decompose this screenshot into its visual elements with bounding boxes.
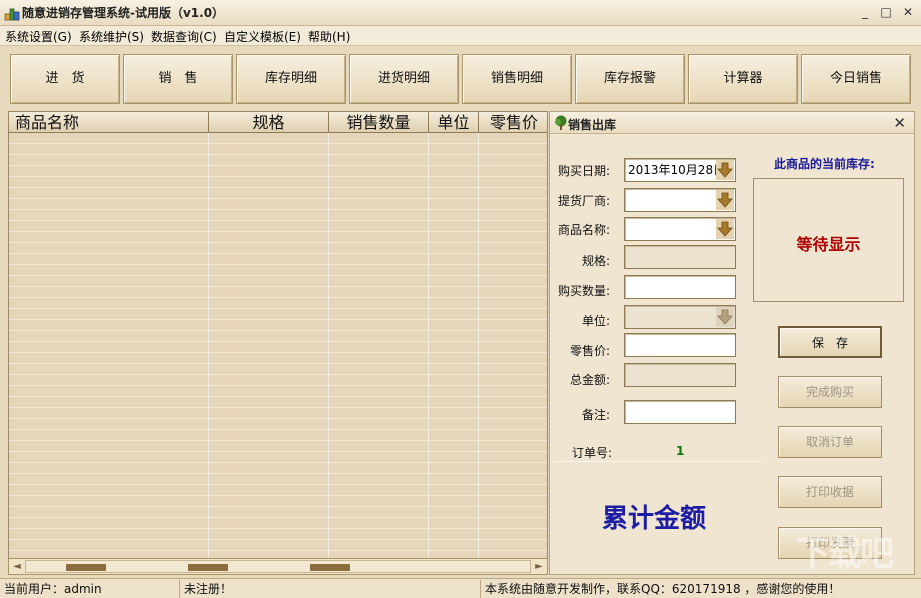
calculator-button[interactable]: 计算器 [688, 54, 798, 104]
scroll-left-icon[interactable]: ◄ [9, 559, 25, 574]
sales-grid[interactable]: 商品名称 规格 销售数量 单位 零售价 [8, 111, 548, 559]
retail-price-field[interactable] [624, 333, 736, 357]
save-button[interactable]: 保 存 [778, 326, 882, 358]
today-sales-button[interactable]: 今日销售 [801, 54, 911, 104]
scroll-track[interactable] [25, 560, 531, 573]
status-info: 本系统由随意开发制作，联系QQ：620171918 ，感谢您的使用！ [485, 582, 841, 596]
scroll-right-icon[interactable]: ► [531, 559, 547, 574]
total-amount-field [624, 363, 736, 387]
column-header-unit[interactable]: 单位 [429, 112, 479, 133]
menu-data-query[interactable]: 数据查询(C) [151, 28, 217, 45]
current-stock-box: 等待显示 [753, 178, 904, 302]
divider [554, 461, 761, 462]
close-window-button[interactable]: ✕ [898, 3, 918, 21]
menu-system-maintenance[interactable]: 系统维护(S) [79, 28, 144, 45]
dropdown-arrow-icon[interactable] [716, 160, 734, 180]
sales-button[interactable]: 销 售 [123, 54, 233, 104]
status-bar: 当前用户：admin 未注册！ 本系统由随意开发制作，联系QQ：62017191… [0, 578, 921, 598]
menu-bar: 系统设置(G) 系统维护(S) 数据查询(C) 自定义模板(E) 帮助(H) [0, 26, 921, 46]
cumulative-total-title: 累计金额 [602, 504, 707, 534]
spec-field [624, 245, 736, 269]
column-header-sales-qty[interactable]: 销售数量 [329, 112, 429, 133]
dropdown-arrow-icon[interactable] [716, 219, 734, 239]
cancel-order-button[interactable]: 取消订单 [778, 426, 882, 458]
purchase-detail-button[interactable]: 进货明细 [349, 54, 459, 104]
tree-icon [555, 115, 567, 130]
quantity-label: 购买数量: [557, 284, 610, 298]
purchase-date-value: 2013年10月28日 [628, 163, 726, 177]
scroll-grip[interactable] [66, 564, 106, 571]
column-header-spec[interactable]: 规格 [209, 112, 329, 133]
minimize-button[interactable]: _ [855, 3, 875, 21]
retail-price-label: 零售价: [569, 344, 610, 358]
purchase-button[interactable]: 进 货 [10, 54, 120, 104]
product-name-label: 商品名称: [557, 223, 610, 237]
panel-close-icon[interactable]: ✕ [893, 114, 906, 132]
panel-header: 销售出库 ✕ [550, 112, 914, 134]
complete-purchase-button[interactable]: 完成购买 [778, 376, 882, 408]
sales-outbound-panel: 销售出库 ✕ 购买日期: 2013年10月28日 提货厂商: 商品名称: 规格:… [549, 111, 915, 575]
inventory-detail-button[interactable]: 库存明细 [236, 54, 346, 104]
title-bar: 随意进销存管理系统-试用版（v1.0） _ □ ✕ [0, 0, 921, 26]
product-name-select[interactable] [624, 217, 736, 241]
menu-system-settings[interactable]: 系统设置(G) [5, 28, 72, 45]
order-number-value: 1 [676, 444, 685, 458]
maximize-button[interactable]: □ [876, 3, 896, 21]
scroll-grip[interactable] [188, 564, 228, 571]
status-current-user: 当前用户：admin [0, 580, 180, 598]
column-header-retail-price[interactable]: 零售价 [479, 112, 547, 133]
quantity-field[interactable] [624, 275, 736, 299]
spec-label: 规格: [581, 254, 610, 268]
unit-select[interactable] [624, 305, 736, 329]
window-title: 随意进销存管理系统-试用版（v1.0） [22, 6, 225, 20]
inventory-alert-button[interactable]: 库存报警 [575, 54, 685, 104]
menu-help[interactable]: 帮助(H) [308, 28, 350, 45]
menu-custom-template[interactable]: 自定义模板(E) [224, 28, 301, 45]
purchase-date-field[interactable]: 2013年10月28日 [624, 158, 736, 182]
note-field[interactable] [624, 400, 736, 424]
print-receipt-button[interactable]: 打印收据 [778, 476, 882, 508]
horizontal-scrollbar[interactable]: ◄ ► [8, 558, 548, 575]
sales-detail-button[interactable]: 销售明细 [462, 54, 572, 104]
watermark-logo: 下载吧 [796, 534, 894, 574]
app-icon [4, 8, 20, 21]
status-registration: 未注册！ [180, 580, 481, 598]
total-amount-label: 总金额: [569, 373, 610, 387]
panel-title: 销售出库 [568, 118, 617, 132]
scroll-grip[interactable] [310, 564, 350, 571]
order-number-label: 订单号: [572, 446, 613, 460]
toolbar: 进 货 销 售 库存明细 进货明细 销售明细 库存报警 计算器 今日销售 [0, 50, 921, 106]
vendor-label: 提货厂商: [557, 194, 610, 208]
dropdown-arrow-icon[interactable] [716, 307, 734, 327]
current-stock-value: 等待显示 [796, 235, 861, 254]
current-stock-label: 此商品的当前库存: [774, 157, 875, 171]
vendor-select[interactable] [624, 188, 736, 212]
dropdown-arrow-icon[interactable] [716, 190, 734, 210]
note-label: 备注: [581, 408, 610, 422]
grid-body[interactable] [9, 133, 547, 558]
grid-header: 商品名称 规格 销售数量 单位 零售价 [9, 112, 547, 133]
column-header-product-name[interactable]: 商品名称 [9, 112, 209, 133]
unit-label: 单位: [581, 314, 610, 328]
purchase-date-label: 购买日期: [557, 164, 610, 178]
